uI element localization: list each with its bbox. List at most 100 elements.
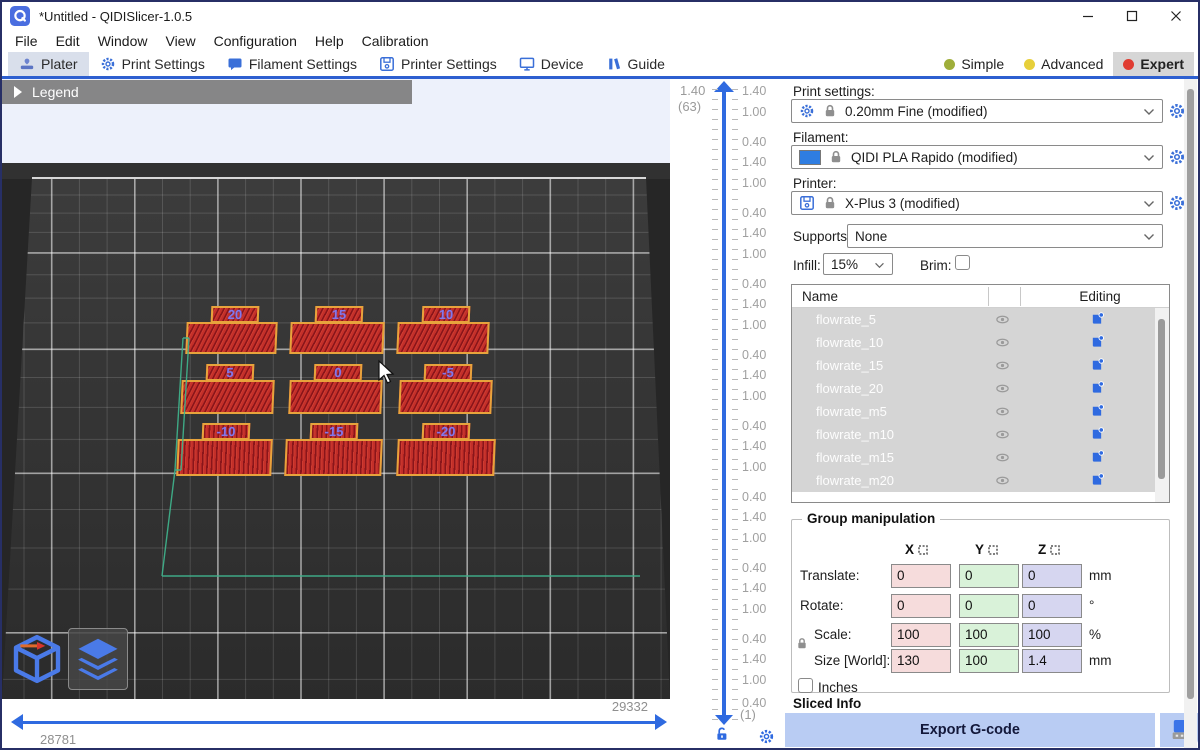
rotate-y-field[interactable]: 0 (959, 594, 1019, 618)
size-world-y-field[interactable]: 100 (959, 649, 1019, 673)
flowrate-object-label[interactable]: 10 (422, 306, 471, 323)
object-row-flowrate_5[interactable]: flowrate_5 (792, 308, 1155, 331)
scale-z-field[interactable]: 100 (1022, 623, 1082, 647)
menu-calibration[interactable]: Calibration (353, 33, 438, 49)
translate-x-field[interactable]: 0 (891, 564, 951, 588)
flowrate-object[interactable] (180, 380, 274, 414)
menu-window[interactable]: Window (89, 33, 157, 49)
tab-guide[interactable]: Guide (595, 52, 676, 76)
mode-advanced[interactable]: Advanced (1014, 52, 1113, 76)
tab-filament-settings[interactable]: Filament Settings (216, 52, 368, 76)
edit-icon[interactable] (1090, 426, 1105, 442)
flowrate-object-label[interactable]: -15 (310, 423, 359, 440)
rotate-x-field[interactable]: 0 (891, 594, 951, 618)
object-row-flowrate_m10[interactable]: flowrate_m10 (792, 423, 1155, 446)
mode-simple[interactable]: Simple (934, 52, 1014, 76)
close-button[interactable] (1154, 2, 1198, 30)
menu-view[interactable]: View (156, 33, 204, 49)
object-row-flowrate_m5[interactable]: flowrate_m5 (792, 400, 1155, 423)
flowrate-object-label[interactable]: 0 (314, 364, 363, 381)
maximize-button[interactable] (1110, 2, 1154, 30)
layer-slider-track[interactable] (722, 91, 726, 716)
scrollbar-thumb[interactable] (1158, 319, 1165, 479)
eye-icon[interactable] (995, 427, 1010, 442)
object-list-scrollbar[interactable] (1155, 308, 1169, 502)
viewport-3d[interactable]: Legend 20 15 10 5 0 -5 -10 -15 -20 (2, 79, 670, 699)
edit-icon[interactable] (1090, 403, 1105, 419)
eye-icon[interactable] (995, 450, 1010, 465)
edit-icon[interactable] (1090, 472, 1105, 488)
edit-icon[interactable] (1090, 357, 1105, 373)
flowrate-object[interactable] (284, 439, 383, 476)
flowrate-object-label[interactable]: 5 (206, 364, 255, 381)
eye-icon[interactable] (995, 312, 1010, 327)
preview-view-button[interactable] (68, 628, 128, 690)
uniform-scale-lock-icon[interactable] (795, 636, 809, 651)
edit-icon[interactable] (1090, 380, 1105, 396)
flowrate-object-label[interactable]: -20 (422, 423, 471, 440)
layer-slider-bottom-thumb[interactable] (715, 715, 733, 725)
flowrate-object-label[interactable]: -10 (202, 423, 251, 440)
mode-expert[interactable]: Expert (1113, 52, 1194, 76)
scale-x-field[interactable]: 100 (891, 623, 951, 647)
legend-collapsed-bar[interactable]: Legend (2, 80, 412, 104)
flowrate-object[interactable] (289, 322, 384, 354)
editor-view-button[interactable] (8, 629, 66, 689)
tab-plater[interactable]: Plater (8, 52, 89, 76)
eye-icon[interactable] (995, 404, 1010, 419)
infill-combo[interactable]: 15% (823, 253, 893, 275)
scale-y-field[interactable]: 100 (959, 623, 1019, 647)
size-world-x-field[interactable]: 130 (891, 649, 951, 673)
filament-combo[interactable]: QIDI PLA Rapido (modified) (791, 145, 1163, 169)
unlock-icon[interactable] (714, 726, 730, 742)
tab-device[interactable]: Device (508, 52, 595, 76)
flowrate-object-label[interactable]: 15 (315, 306, 364, 323)
title-bar: *Untitled - QIDISlicer-1.0.5 (2, 2, 1198, 30)
edit-icon[interactable] (1090, 449, 1105, 465)
flowrate-object[interactable] (185, 322, 277, 354)
translate-y-field[interactable]: 0 (959, 564, 1019, 588)
tab-print-settings[interactable]: Print Settings (89, 52, 216, 76)
supports-combo[interactable]: None (847, 224, 1163, 248)
menu-help[interactable]: Help (306, 33, 353, 49)
tab-printer-settings[interactable]: Printer Settings (368, 52, 508, 76)
object-row-flowrate_m20[interactable]: flowrate_m20 (792, 469, 1155, 492)
edit-icon[interactable] (1090, 311, 1105, 327)
flowrate-object[interactable] (398, 380, 492, 414)
object-row-flowrate_20[interactable]: flowrate_20 (792, 377, 1155, 400)
object-row-flowrate_15[interactable]: flowrate_15 (792, 354, 1155, 377)
object-row-flowrate_m15[interactable]: flowrate_m15 (792, 446, 1155, 469)
print-settings-combo[interactable]: 0.20mm Fine (modified) (791, 99, 1163, 123)
eye-icon[interactable] (995, 335, 1010, 350)
menu-file[interactable]: File (6, 33, 47, 49)
flowrate-object[interactable] (396, 322, 489, 354)
sidebar-scrollbar[interactable] (1184, 79, 1197, 748)
flowrate-object-label[interactable]: -5 (424, 364, 473, 381)
flowrate-object[interactable] (176, 439, 273, 476)
eye-icon[interactable] (995, 358, 1010, 373)
eye-icon[interactable] (995, 381, 1010, 396)
printer-combo[interactable]: X-Plus 3 (modified) (791, 191, 1163, 215)
slider-right-thumb[interactable] (655, 714, 667, 730)
horizontal-range-slider[interactable]: 29332 28781 (2, 699, 670, 748)
size-world-z-field[interactable]: 1.4 (1022, 649, 1082, 673)
slider-track[interactable] (22, 721, 656, 724)
layer-slider-top-thumb[interactable] (714, 81, 734, 92)
object-row-flowrate_10[interactable]: flowrate_10 (792, 331, 1155, 354)
inches-checkbox[interactable] (798, 678, 813, 693)
scrollbar-thumb[interactable] (1187, 89, 1194, 699)
translate-z-field[interactable]: 0 (1022, 564, 1082, 588)
minimize-button[interactable] (1066, 2, 1110, 30)
edit-icon[interactable] (1090, 334, 1105, 350)
export-gcode-button[interactable]: Export G-code (785, 713, 1155, 747)
slider-left-thumb[interactable] (11, 714, 23, 730)
rotate-z-field[interactable]: 0 (1022, 594, 1082, 618)
brim-checkbox[interactable] (955, 255, 970, 270)
menu-edit[interactable]: Edit (47, 33, 89, 49)
menu-configuration[interactable]: Configuration (205, 33, 306, 49)
slider-settings-gear-icon[interactable] (758, 728, 775, 745)
flowrate-object-label[interactable]: 20 (211, 306, 260, 323)
eye-icon[interactable] (995, 473, 1010, 488)
flowrate-object[interactable] (288, 380, 382, 414)
flowrate-object[interactable] (396, 439, 496, 476)
